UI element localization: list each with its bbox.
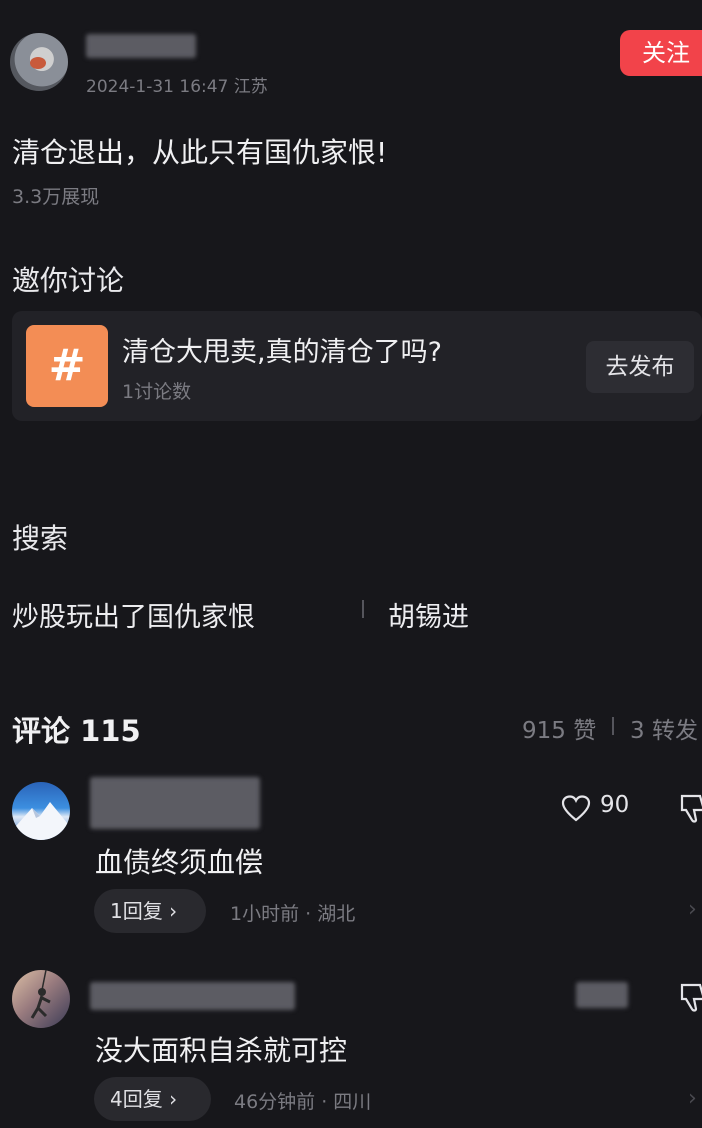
commenter-name-blurred[interactable] <box>90 777 260 829</box>
post-text: 清仓退出，从此只有国仇家恨! <box>12 136 388 169</box>
comments-title: 评论 115 <box>12 714 141 748</box>
follow-button[interactable]: 关注 <box>620 30 702 76</box>
comment-meta: 46分钟前 · 四川 <box>234 1091 372 1113</box>
dislike-icon[interactable] <box>680 983 702 1013</box>
share-total: 3 转发 <box>630 718 698 744</box>
reply-button[interactable]: 4回复 › <box>94 1077 211 1121</box>
commenter-avatar[interactable] <box>12 970 70 1028</box>
search-section-title: 搜索 <box>12 522 69 555</box>
topic-discussion-count: 1讨论数 <box>122 381 192 403</box>
divider <box>362 600 364 618</box>
post-meta: 2024-1-31 16:47 江苏 <box>86 77 268 97</box>
search-suggestion[interactable]: 炒股玩出了国仇家恨 <box>12 595 255 634</box>
like-count: 90 <box>600 792 630 818</box>
author-name-blurred[interactable] <box>86 34 196 58</box>
topic-title[interactable]: 清仓大甩卖,真的清仓了吗? <box>122 330 442 369</box>
divider <box>612 717 614 735</box>
heart-icon[interactable] <box>561 794 591 824</box>
search-suggestion[interactable]: 胡锡进 <box>388 595 469 634</box>
dislike-icon[interactable] <box>680 794 702 824</box>
comment-text: 血债终须血偿 <box>95 846 264 879</box>
blurred-region <box>576 982 628 1008</box>
chevron-right-icon[interactable]: › <box>688 897 697 922</box>
mountain-icon <box>16 802 68 840</box>
comment-text: 没大面积自杀就可控 <box>95 1034 348 1067</box>
author-avatar[interactable] <box>10 33 68 91</box>
hashtag-icon: # <box>26 325 108 407</box>
view-count: 3.3万展现 <box>12 186 100 208</box>
commenter-avatar[interactable] <box>12 782 70 840</box>
like-total: 915 赞 <box>522 718 597 744</box>
chevron-right-icon[interactable]: › <box>688 1086 697 1111</box>
reply-button[interactable]: 1回复 › <box>94 889 206 933</box>
climber-icon <box>30 970 51 1019</box>
commenter-name-blurred[interactable] <box>90 982 295 1010</box>
comment-meta: 1小时前 · 湖北 <box>230 903 356 925</box>
invite-section-title: 邀你讨论 <box>12 264 125 297</box>
publish-button[interactable]: 去发布 <box>586 341 694 393</box>
